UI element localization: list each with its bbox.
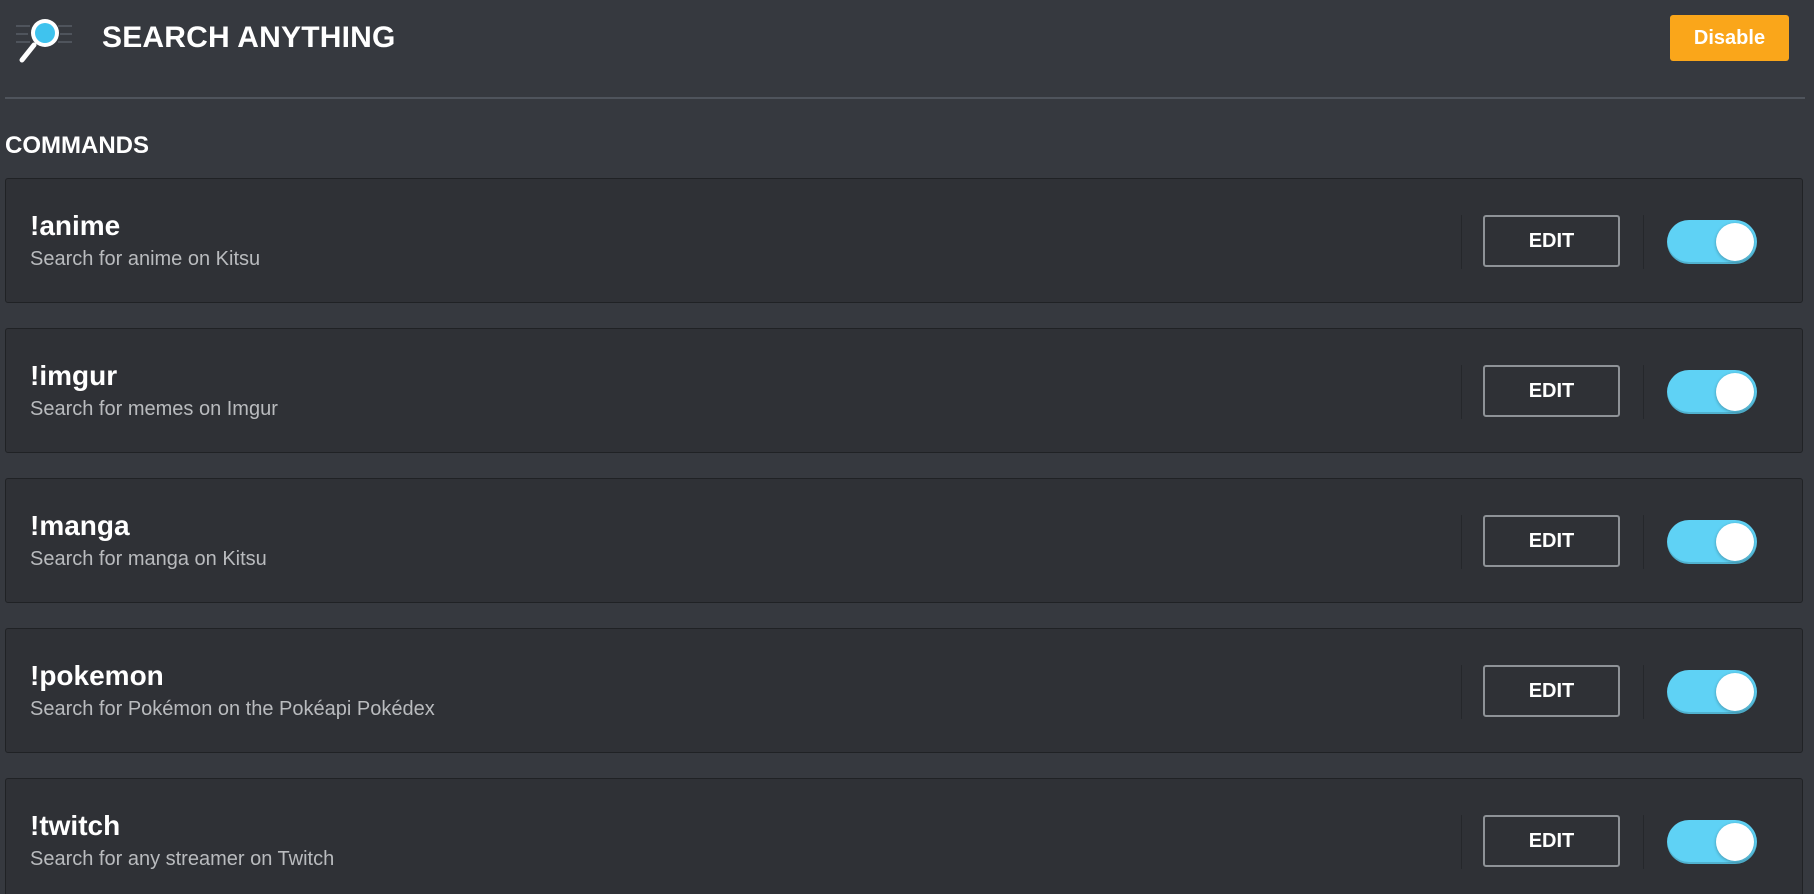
- command-name: !anime: [30, 210, 121, 241]
- toggle-knob: [1716, 373, 1754, 411]
- edit-button[interactable]: EDIT: [1483, 365, 1620, 417]
- edit-button[interactable]: EDIT: [1483, 515, 1620, 567]
- enable-toggle[interactable]: [1667, 370, 1757, 414]
- edit-button[interactable]: EDIT: [1483, 665, 1620, 717]
- divider: [1461, 665, 1462, 719]
- plugin-title: SEARCH ANYTHING: [102, 21, 396, 54]
- header-divider: [5, 97, 1805, 99]
- divider: [1461, 815, 1462, 869]
- enable-toggle[interactable]: [1667, 220, 1757, 264]
- toggle-knob: [1716, 823, 1754, 861]
- command-card-manga: !manga Search for manga on Kitsu EDIT: [5, 478, 1803, 603]
- command-description: Search for any streamer on Twitch: [30, 848, 335, 870]
- divider: [1643, 515, 1644, 569]
- divider: [1643, 215, 1644, 269]
- plugin-header: SEARCH ANYTHING Disable: [0, 0, 1814, 97]
- command-description: Search for Pokémon on the Pokéapi Pokéde…: [30, 698, 435, 720]
- edit-button[interactable]: EDIT: [1483, 815, 1620, 867]
- command-description: Search for manga on Kitsu: [30, 548, 267, 570]
- disable-button[interactable]: Disable: [1670, 15, 1789, 61]
- edit-button[interactable]: EDIT: [1483, 215, 1620, 267]
- divider: [1643, 665, 1644, 719]
- enable-toggle[interactable]: [1667, 670, 1757, 714]
- command-name: !manga: [30, 510, 130, 541]
- toggle-knob: [1716, 673, 1754, 711]
- divider: [1643, 815, 1644, 869]
- toggle-knob: [1716, 523, 1754, 561]
- command-description: Search for memes on Imgur: [30, 398, 278, 420]
- command-list: !anime Search for anime on Kitsu EDIT !i…: [5, 178, 1805, 894]
- command-name: !pokemon: [30, 660, 164, 691]
- command-card-twitch: !twitch Search for any streamer on Twitc…: [5, 778, 1803, 894]
- command-name: !twitch: [30, 810, 121, 841]
- divider: [1643, 365, 1644, 419]
- command-description: Search for anime on Kitsu: [30, 248, 261, 270]
- magnifier-icon: [14, 14, 74, 66]
- divider: [1461, 215, 1462, 269]
- plugin-settings-page: SEARCH ANYTHING Disable COMMANDS !anime …: [0, 0, 1814, 894]
- divider: [1461, 365, 1462, 419]
- command-name: !imgur: [30, 360, 118, 391]
- command-card-pokemon: !pokemon Search for Pokémon on the Pokéa…: [5, 628, 1803, 753]
- enable-toggle[interactable]: [1667, 820, 1757, 864]
- toggle-knob: [1716, 223, 1754, 261]
- enable-toggle[interactable]: [1667, 520, 1757, 564]
- command-card-anime: !anime Search for anime on Kitsu EDIT: [5, 178, 1803, 303]
- divider: [1461, 515, 1462, 569]
- command-card-imgur: !imgur Search for memes on Imgur EDIT: [5, 328, 1803, 453]
- section-title: COMMANDS: [5, 132, 149, 159]
